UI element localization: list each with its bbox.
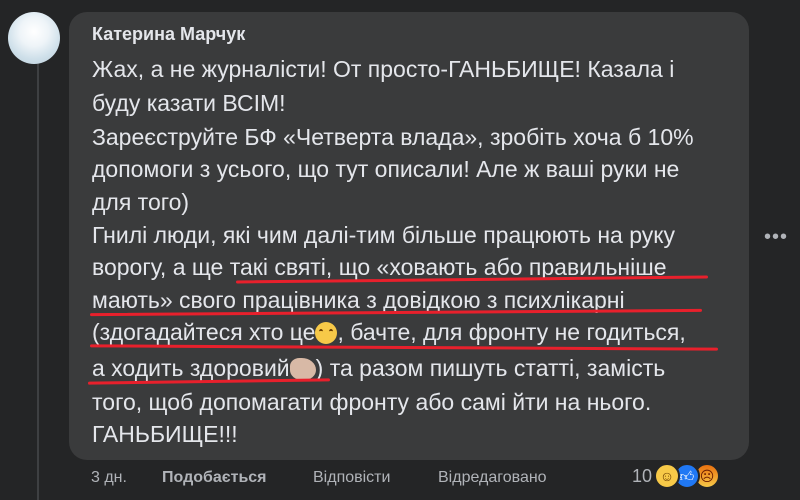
thread-line (37, 62, 39, 500)
comment-text: ) та разом пишуть статті, замість (315, 355, 666, 381)
comment-line: Жах, а не журналісти! От просто-ГАНЬБИЩЕ… (92, 56, 675, 82)
comment-text: (здогадайтеся хто це (92, 319, 316, 345)
comment-line: для того) (92, 189, 190, 215)
flexed-biceps-emoji-icon (289, 358, 316, 380)
comment-line: а ходить здоровий ) та разом пишуть статт… (92, 352, 665, 384)
comment-text: а ходить здоровий (92, 355, 290, 381)
comment-author[interactable]: Катерина Марчук (92, 24, 245, 45)
more-options-icon[interactable]: ••• (764, 226, 788, 249)
smiling-face-emoji-icon (315, 322, 338, 344)
haha-reaction-icon[interactable]: ☺ (654, 463, 680, 489)
comment-text: , бачте, для фронту не годиться, (337, 319, 686, 345)
comment-line: того, щоб допомагати фронту або самі йти… (92, 389, 652, 415)
avatar[interactable] (8, 12, 60, 64)
like-button[interactable]: Подобається (162, 469, 267, 487)
comment-line: допомоги з усього, що тут описали! Але ж… (92, 156, 680, 182)
comment-time[interactable]: 3 дн. (91, 469, 127, 487)
reply-button[interactable]: Відповісти (313, 469, 390, 487)
comment-line: ГАНЬБИЩЕ!!! (92, 421, 238, 447)
comment-line: (здогадайтеся хто це , бачте, для фронту … (92, 316, 686, 348)
comment-line: буду казати ВСІМ! (92, 90, 286, 116)
edited-label[interactable]: Відредаговано (438, 469, 547, 487)
comment-line: Зареєструйте БФ «Четверта влада», зробіт… (92, 124, 694, 150)
comment-line: Гнилі люди, які чим далі-тим більше прац… (92, 222, 676, 248)
reaction-count[interactable]: 10 (632, 466, 652, 487)
